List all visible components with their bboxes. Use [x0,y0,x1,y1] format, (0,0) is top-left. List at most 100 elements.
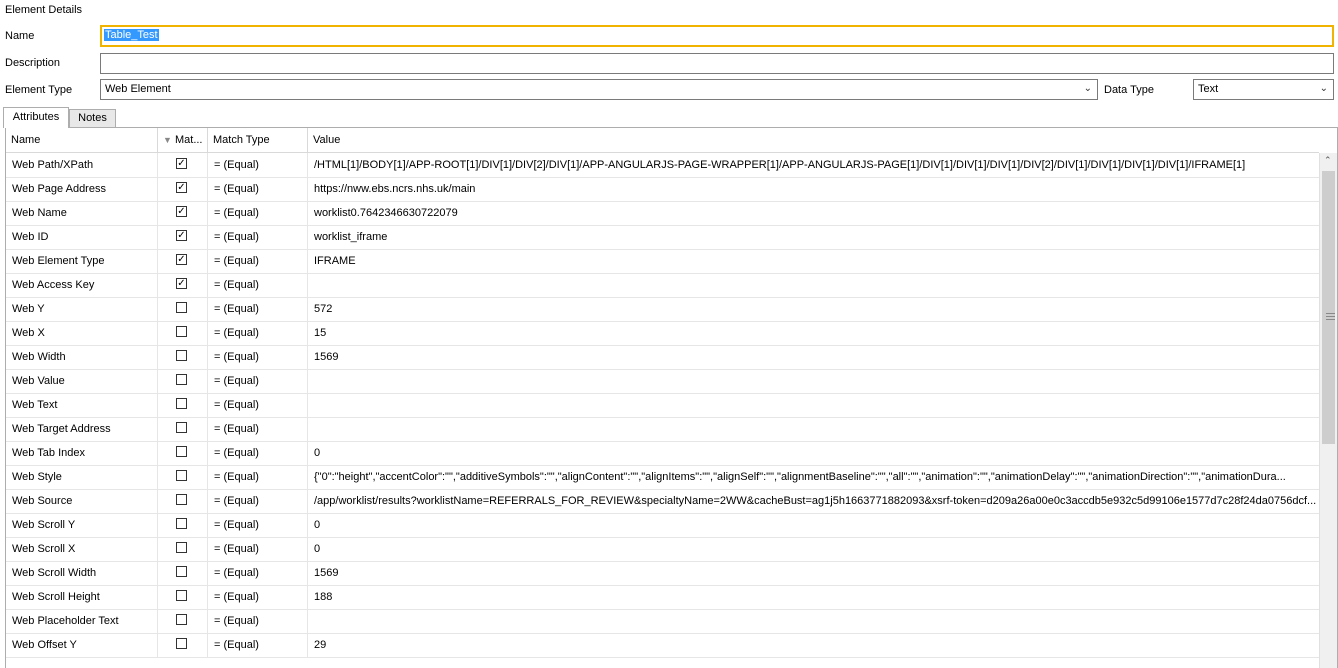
match-type[interactable]: = (Equal) [208,489,308,513]
table-row[interactable]: Web Access Key ✓ = (Equal) [6,273,1319,298]
table-row[interactable]: Web X = (Equal) 15 [6,321,1319,346]
match-checkbox[interactable] [176,326,187,337]
attribute-value[interactable]: IFRAME [308,249,1319,273]
scroll-up-arrow-icon[interactable]: ⌃ [1324,155,1332,166]
description-field[interactable] [100,53,1334,74]
match-checkbox[interactable] [176,302,187,313]
match-type[interactable]: = (Equal) [208,633,308,657]
element-type-dropdown[interactable]: Web Element ⌄ [100,79,1098,100]
attribute-value[interactable]: 29 [308,633,1319,657]
column-header-match-type[interactable]: Match Type [208,128,308,152]
table-row[interactable]: Web Element Type ✓ = (Equal) IFRAME [6,249,1319,274]
match-checkbox[interactable] [176,494,187,505]
match-type[interactable]: = (Equal) [208,537,308,561]
match-checkbox[interactable]: ✓ [176,254,187,265]
attribute-value[interactable] [308,369,1319,393]
match-checkbox[interactable] [176,590,187,601]
match-type[interactable]: = (Equal) [208,585,308,609]
table-row[interactable]: Web Page Address ✓ = (Equal) https://nww.eb… [6,177,1319,202]
attribute-value[interactable]: {"0":"height","accentColor":"","additive… [308,465,1319,489]
match-type[interactable]: = (Equal) [208,369,308,393]
match-type[interactable]: = (Equal) [208,321,308,345]
table-row[interactable]: Web Scroll Height = (Equal) 188 [6,585,1319,610]
scrollbar-thumb[interactable] [1322,171,1335,444]
column-header-value[interactable]: Value [308,128,1319,152]
attribute-value[interactable] [308,393,1319,417]
table-row[interactable]: Web Y = (Equal) 572 [6,297,1319,322]
table-row[interactable]: Web Scroll X = (Equal) 0 [6,537,1319,562]
table-row[interactable]: Web Scroll Width = (Equal) 1569 [6,561,1319,586]
match-type[interactable]: = (Equal) [208,609,308,633]
match-checkbox[interactable] [176,422,187,433]
table-row[interactable]: Web Value = (Equal) [6,369,1319,394]
table-row[interactable]: Web Placeholder Text = (Equal) [6,609,1319,634]
attribute-value[interactable]: 0 [308,441,1319,465]
attribute-value[interactable]: 1569 [308,561,1319,585]
table-row[interactable]: Web Name ✓ = (Equal) worklist0.764234663072… [6,201,1319,226]
attribute-value[interactable]: worklist_iframe [308,225,1319,249]
match-checkbox[interactable] [176,470,187,481]
filter-icon[interactable]: ▼ [163,135,172,145]
table-row[interactable]: Web Offset Y = (Equal) 29 [6,633,1319,658]
attribute-value[interactable] [308,417,1319,441]
attribute-value[interactable]: 188 [308,585,1319,609]
table-row[interactable]: Web Text = (Equal) [6,393,1319,418]
attribute-value[interactable]: /app/worklist/results?worklistName=REFER… [308,489,1319,513]
attribute-value[interactable]: 0 [308,513,1319,537]
column-header-name[interactable]: Name [6,128,158,152]
match-type[interactable]: = (Equal) [208,393,308,417]
match-checkbox[interactable] [176,614,187,625]
table-row[interactable]: Web ID ✓ = (Equal) worklist_iframe [6,225,1319,250]
name-field[interactable]: Table_Test [100,25,1334,47]
attribute-value[interactable] [308,273,1319,297]
attribute-value[interactable]: worklist0.7642346630722079 [308,201,1319,225]
attribute-value[interactable]: 1569 [308,345,1319,369]
table-row[interactable]: Web Path/XPath ✓ = (Equal)/HTML[1]/BODY[1]… [6,153,1319,178]
match-type[interactable]: = (Equal) [208,153,308,177]
match-checkbox[interactable]: ✓ [176,182,187,193]
match-checkbox[interactable]: ✓ [176,206,187,217]
table-row[interactable]: Web Width = (Equal) 1569 [6,345,1319,370]
match-checkbox[interactable] [176,542,187,553]
attribute-value[interactable]: /HTML[1]/BODY[1]/APP-ROOT[1]/DIV[1]/DIV[… [308,153,1319,177]
match-type[interactable]: = (Equal) [208,225,308,249]
data-type-dropdown[interactable]: Text ⌄ [1193,79,1334,100]
match-type[interactable]: = (Equal) [208,177,308,201]
match-checkbox[interactable] [176,446,187,457]
match-checkbox[interactable] [176,374,187,385]
table-row[interactable]: Web Style = (Equal) {"0":"height","accentC… [6,465,1319,490]
match-checkbox[interactable] [176,566,187,577]
match-checkbox[interactable]: ✓ [176,278,187,289]
match-type[interactable]: = (Equal) [208,441,308,465]
match-type[interactable]: = (Equal) [208,513,308,537]
attribute-value[interactable]: 572 [308,297,1319,321]
match-type[interactable]: = (Equal) [208,273,308,297]
match-type[interactable]: = (Equal) [208,201,308,225]
tab-attributes[interactable]: Attributes [3,107,69,128]
vertical-scrollbar[interactable]: ⌃ [1319,153,1337,668]
table-row[interactable]: Web Source = (Equal)/app/worklist/results… [6,489,1319,514]
match-type[interactable]: = (Equal) [208,249,308,273]
match-checkbox[interactable]: ✓ [176,158,187,169]
match-type[interactable]: = (Equal) [208,297,308,321]
table-row[interactable]: Web Tab Index = (Equal) 0 [6,441,1319,466]
data-type-label: Data Type [1104,84,1154,96]
match-type[interactable]: = (Equal) [208,345,308,369]
attribute-value[interactable]: 15 [308,321,1319,345]
match-checkbox[interactable] [176,350,187,361]
match-checkbox[interactable] [176,518,187,529]
match-type[interactable]: = (Equal) [208,465,308,489]
attribute-value[interactable] [308,609,1319,633]
tab-notes[interactable]: Notes [69,109,116,127]
match-checkbox[interactable] [176,638,187,649]
match-type[interactable]: = (Equal) [208,561,308,585]
table-row[interactable]: Web Target Address = (Equal) [6,417,1319,442]
column-header-match[interactable]: ▼ Mat... [158,128,208,152]
match-checkbox[interactable] [176,398,187,409]
attribute-value[interactable]: 0 [308,537,1319,561]
attribute-value[interactable]: https://nww.ebs.ncrs.nhs.uk/main [308,177,1319,201]
match-checkbox[interactable]: ✓ [176,230,187,241]
table-row[interactable]: Web Scroll Y = (Equal) 0 [6,513,1319,538]
name-value: Table_Test [104,29,159,41]
match-type[interactable]: = (Equal) [208,417,308,441]
